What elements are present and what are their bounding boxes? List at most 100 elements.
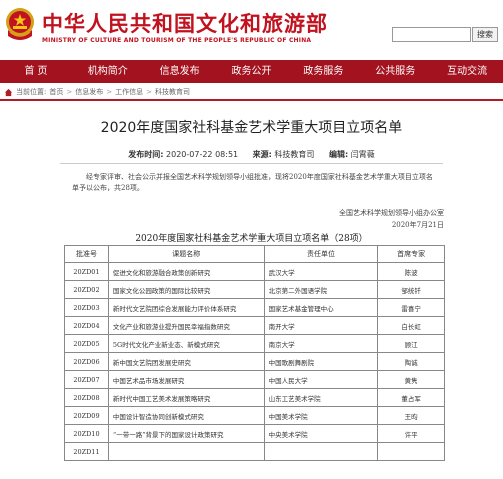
breadcrumb-item-department[interactable]: 科技教育司 [155, 87, 190, 97]
cell-expert: 顾江 [377, 334, 445, 353]
source: 来源: 科技教育司 [253, 150, 315, 159]
main-nav: 首 页 机构简介 信息发布 政务公开 政务服务 公共服务 互动交流 [0, 60, 503, 83]
cell-topic: 新中国文艺院团发展史研究 [107, 352, 265, 371]
cell-unit: 中央美术学院 [263, 424, 379, 443]
cell-topic: 国家文化公园政策的国际比较研究 [107, 280, 265, 299]
cell-expert: 邹统钎 [377, 280, 445, 299]
editor: 编辑: 闫霄薇 [329, 150, 375, 159]
cell-unit [263, 442, 379, 461]
nav-item-public-services[interactable]: 公共服务 [359, 60, 431, 83]
breadcrumb: 当前位置: 首页 > 信息发布 > 工作信息 > 科技教育司 [4, 85, 190, 99]
cell-unit: 国家艺术基金管理中心 [263, 298, 379, 317]
nav-item-gov-services[interactable]: 政务服务 [287, 60, 359, 83]
cell-topic [107, 442, 265, 461]
header-expert: 首席专家 [377, 245, 445, 263]
cell-unit: 中国人民大学 [263, 370, 379, 389]
cell-approval-no: 20ZD03 [64, 298, 109, 317]
table-row: 20ZD04 文化产业和旅游业提升国民幸福指数研究 南开大学 白长虹 [64, 316, 445, 335]
signature-date: 2020年7月21日 [391, 221, 444, 229]
cell-topic: “一带一路”背景下的国家设计政策研究 [107, 424, 265, 443]
breadcrumb-separator: > [106, 88, 113, 96]
cell-unit: 山东工艺美术学院 [263, 388, 379, 407]
cell-expert: 黄隽 [377, 370, 445, 389]
table-header-row: 批准号 课题名称 责任单位 首席专家 [64, 245, 445, 263]
publish-time-value: 2020-07-22 08:51 [166, 150, 239, 159]
breadcrumb-separator: > [146, 88, 152, 96]
breadcrumb-item-home[interactable]: 首页 [49, 87, 63, 97]
cell-unit: 南开大学 [263, 316, 379, 335]
article-title: 2020年度国家社科基金艺术学重大项目立项名单 [100, 120, 403, 136]
cell-approval-no: 20ZD09 [64, 406, 109, 425]
table-title: 2020年度国家社科基金艺术学重大项目立项名单（28项） [135, 234, 368, 244]
table-row: 20ZD07 中国艺术品市场发展研究 中国人民大学 黄隽 [64, 370, 445, 389]
cell-approval-no: 20ZD06 [64, 352, 109, 371]
cell-expert: 王昀 [377, 406, 445, 425]
site-title[interactable]: 中华人民共和国文化和旅游部 [42, 8, 328, 38]
cell-unit: 中国美术学院 [263, 406, 379, 425]
table-row: 20ZD03 新时代文艺院团综合发展能力评价体系研究 国家艺术基金管理中心 雷喜宁 [64, 298, 445, 317]
cell-approval-no: 20ZD11 [64, 442, 109, 461]
cell-approval-no: 20ZD05 [64, 334, 109, 353]
cell-expert [377, 442, 445, 461]
cell-expert: 陶诚 [377, 352, 445, 371]
national-emblem-icon[interactable] [4, 6, 36, 42]
source-value: 科技教育司 [274, 150, 315, 159]
cell-topic: 文化产业和旅游业提升国民幸福指数研究 [107, 316, 265, 335]
table-row: 20ZD01 促进文化和旅游融合政策创新研究 武汉大学 陈波 [64, 262, 445, 281]
cell-expert: 许平 [377, 424, 445, 443]
breadcrumb-separator: > [66, 88, 73, 96]
home-icon [4, 88, 13, 96]
article-paragraph: 经专家评审、社会公示并报全国艺术科学规划领导小组批准，现将2020年度国家社科基… [72, 173, 433, 192]
breadcrumb-divider [0, 99, 503, 101]
cell-approval-no: 20ZD07 [64, 370, 109, 389]
cell-unit: 北京第二外国语学院 [263, 280, 379, 299]
table-row: 20ZD06 新中国文艺院团发展史研究 中国歌剧舞剧院 陶诚 [64, 352, 445, 371]
nav-item-gov-affairs[interactable]: 政务公开 [216, 60, 288, 83]
cell-approval-no: 20ZD01 [64, 262, 109, 281]
cell-approval-no: 20ZD02 [64, 280, 109, 299]
editor-label: 编辑: [328, 150, 349, 159]
cell-topic: 促进文化和旅游融合政策创新研究 [107, 262, 265, 281]
nav-item-about[interactable]: 机构简介 [72, 60, 144, 83]
nav-item-news[interactable]: 信息发布 [144, 60, 216, 83]
cell-unit: 武汉大学 [263, 262, 379, 281]
cell-expert: 雷喜宁 [377, 298, 445, 317]
cell-approval-no: 20ZD04 [64, 316, 109, 335]
table-row: 20ZD09 中国设计智造协同创新模式研究 中国美术学院 王昀 [64, 406, 445, 425]
source-label: 来源: [252, 150, 272, 159]
header-approval-no: 批准号 [64, 245, 109, 263]
article-meta: 发布时间: 2020-07-22 08:51 来源: 科技教育司 编辑: 闫霄薇 [0, 149, 503, 160]
nav-item-home[interactable]: 首 页 [0, 60, 72, 83]
table-row: 20ZD08 新时代中国工艺美术发展策略研究 山东工艺美术学院 董占军 [64, 388, 445, 407]
breadcrumb-label: 当前位置: [16, 88, 47, 96]
cell-expert: 白长虹 [377, 316, 445, 335]
cell-approval-no: 20ZD08 [64, 388, 109, 407]
project-table: 批准号 课题名称 责任单位 首席专家 20ZD01 促进文化和旅游融合政策创新研究… [64, 245, 445, 461]
editor-value: 闫霄薇 [350, 150, 375, 159]
cell-approval-no: 20ZD10 [64, 424, 109, 443]
cell-expert: 董占军 [377, 388, 445, 407]
cell-topic: 新时代文艺院团综合发展能力评价体系研究 [107, 298, 265, 317]
breadcrumb-item-news[interactable]: 信息发布 [75, 87, 103, 97]
cell-topic: 新时代中国工艺美术发展策略研究 [107, 388, 265, 407]
table-row: 20ZD11 [64, 442, 445, 461]
publish-time: 发布时间: 2020-07-22 08:51 [128, 150, 238, 159]
table-row: 20ZD02 国家文化公园政策的国际比较研究 北京第二外国语学院 邹统钎 [64, 280, 445, 299]
site-subtitle: MINISTRY OF CULTURE AND TOURISM OF THE P… [42, 37, 312, 44]
header-unit: 责任单位 [263, 245, 379, 263]
nav-item-interaction[interactable]: 互动交流 [431, 60, 503, 83]
cell-topic: 5G时代文化产业新业态、新模式研究 [107, 334, 265, 353]
search-input[interactable] [392, 27, 471, 42]
search-button[interactable]: 搜索 [472, 27, 498, 42]
cell-unit: 中国歌剧舞剧院 [263, 352, 379, 371]
cell-topic: 中国艺术品市场发展研究 [107, 370, 265, 389]
header-topic: 课题名称 [107, 245, 265, 263]
table-row: 20ZD10 “一带一路”背景下的国家设计政策研究 中央美术学院 许平 [64, 424, 445, 443]
publish-label: 发布时间: [128, 150, 164, 159]
site-header: 中华人民共和国文化和旅游部 MINISTRY OF CULTURE AND TO… [0, 0, 503, 60]
table-row: 20ZD05 5G时代文化产业新业态、新模式研究 南京大学 顾江 [64, 334, 445, 353]
cell-expert: 陈波 [377, 262, 445, 281]
signature-org: 全国艺术科学规划领导小组办公室 [339, 209, 444, 217]
meta-divider [60, 163, 443, 164]
breadcrumb-item-work-info[interactable]: 工作信息 [115, 87, 143, 97]
